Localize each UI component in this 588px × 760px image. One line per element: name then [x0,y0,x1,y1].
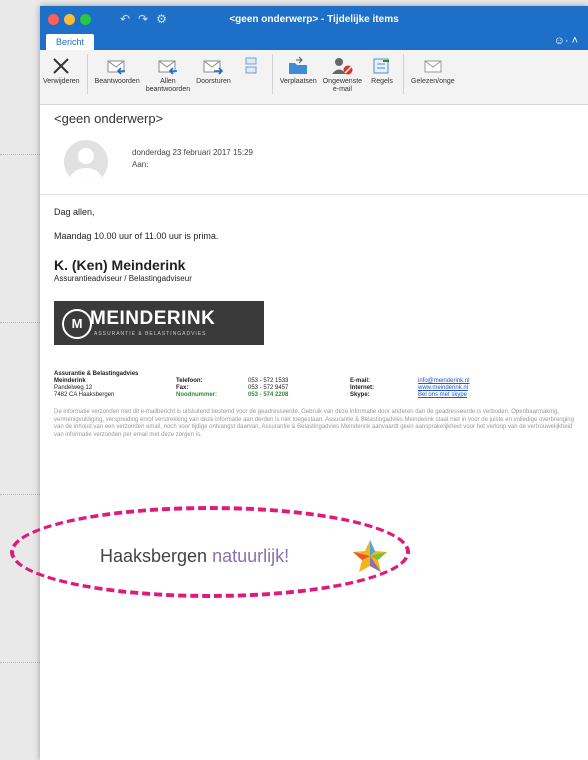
message-pane: <geen onderwerp> donderdag 23 februari 2… [40,111,588,439]
junk-mail-button[interactable]: Ongewenste e-mail [323,54,362,94]
company-logo: M MEINDERINK ASSURANTIE & BELASTINGADVIE… [54,301,264,345]
ribbon-tab-row: Bericht ☺· ˄ [40,34,588,50]
tab-bericht[interactable]: Bericht [46,34,95,50]
more-respond-button[interactable] [237,54,265,78]
forward-button[interactable]: Doorsturen [196,54,231,86]
rules-icon [368,54,396,78]
reply-icon [103,54,131,78]
forward-icon [199,54,227,78]
disclaimer-text: De informatie verzonden met dit e-mailbe… [54,409,574,438]
ribbon-divider [86,54,88,94]
reply-all-button[interactable]: Allen beantwoorden [146,54,190,94]
more-respond-icon [237,54,265,78]
dotted-guide [0,494,40,495]
body-text: Maandag 10.00 uur of 11.00 uur is prima. [54,231,219,241]
logo-mark-icon: M [62,309,92,339]
ribbon-divider [271,54,273,94]
signature-name: K. (Ken) Meinderink [54,257,186,273]
dotted-guide [0,322,40,323]
website-link[interactable]: www.meinderink.nl [418,385,469,392]
move-button[interactable]: Verplaatsen [280,54,317,86]
title-bar: ↶↷⚙ <geen onderwerp> - Tijdelijke items [40,6,588,34]
avatar [64,140,108,184]
delete-button[interactable]: Verwijderen [43,54,80,86]
signature-role: Assurantieadviseur / Belastingadviseur [54,274,192,283]
dotted-guide [0,662,40,663]
sender-header: donderdag 23 februari 2017 15:29 Aan: [54,140,574,184]
move-folder-icon [284,54,312,78]
header-divider [40,194,588,195]
skype-link[interactable]: Bel ons met skype [418,392,469,399]
highlight-annotation [10,506,410,598]
rules-button[interactable]: Regels [368,54,396,86]
reply-all-icon [154,54,182,78]
dotted-guide [0,154,40,155]
read-unread-button[interactable]: Gelezen/onge [411,54,455,86]
email-link[interactable]: info@meinderink.nl [418,378,469,385]
smiley-chevron-icon[interactable]: ☺· ˄ [554,35,578,47]
page-margin [0,0,40,760]
ribbon-toolbar: Verwijderen Beantwoorden Allen beantwoor… [40,50,588,105]
envelope-icon [419,54,447,78]
to-label: Aan: [132,160,149,169]
ribbon-divider [403,54,405,94]
window-title: <geen onderwerp> - Tijdelijke items [229,14,399,25]
message-subject: <geen onderwerp> [54,111,164,126]
greeting-text: Dag allen, [54,207,95,217]
junk-mail-icon [328,54,356,78]
delete-x-icon [47,54,75,78]
reply-button[interactable]: Beantwoorden [95,54,140,86]
contact-block: Assurantie & Belastingadvies Meinderink … [54,371,470,399]
message-date: donderdag 23 februari 2017 15:29 [132,148,253,157]
mail-window: ↶↷⚙ <geen onderwerp> - Tijdelijke items … [40,6,588,760]
